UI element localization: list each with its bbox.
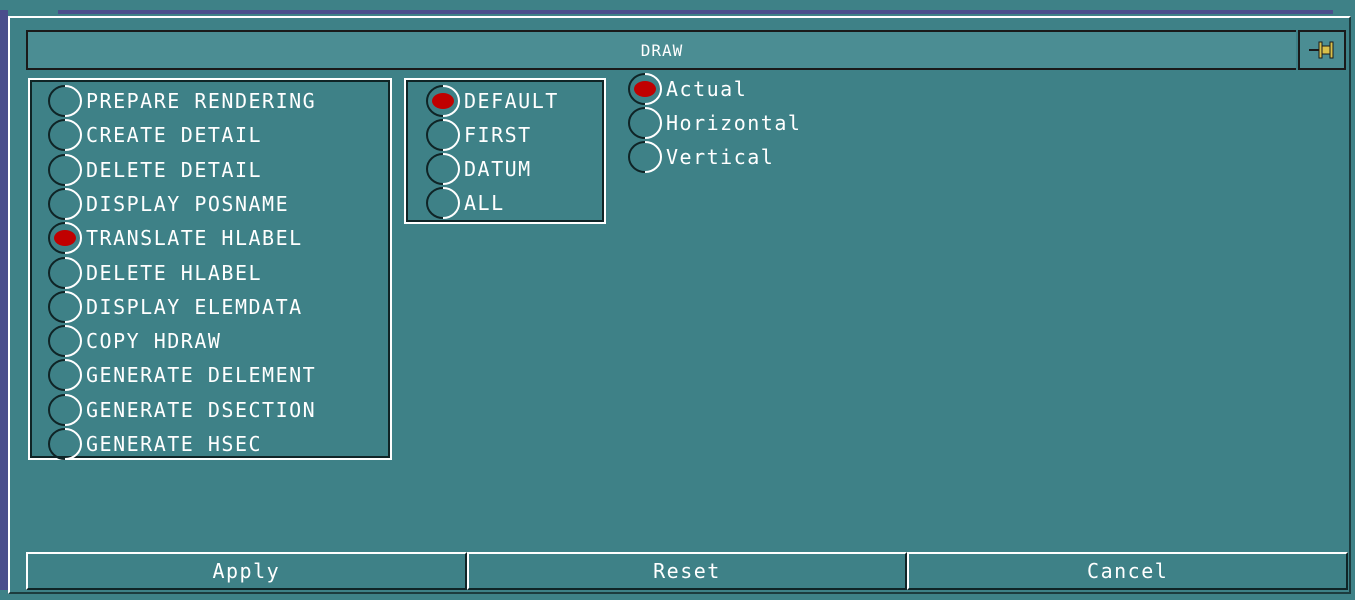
action-option[interactable]: DISPLAY POSNAME xyxy=(46,187,289,221)
radio-unselected-icon[interactable] xyxy=(626,140,664,174)
action-option[interactable]: DELETE DETAIL xyxy=(46,153,262,187)
radio-unselected-icon[interactable] xyxy=(46,256,84,290)
orientation-option-label: Horizontal xyxy=(666,111,802,135)
action-option-label: GENERATE DSECTION xyxy=(86,397,317,422)
radio-unselected-icon[interactable] xyxy=(46,84,84,118)
mode-option-label: DEFAULT xyxy=(464,89,559,113)
action-option[interactable]: DELETE HLABEL xyxy=(46,256,262,290)
radio-unselected-icon[interactable] xyxy=(424,118,462,152)
radio-unselected-icon[interactable] xyxy=(46,427,84,461)
radio-unselected-icon[interactable] xyxy=(46,153,84,187)
action-option-label: DISPLAY ELEMDATA xyxy=(86,294,303,319)
mode-option-label: ALL xyxy=(464,191,505,215)
pin-button[interactable] xyxy=(1298,30,1346,70)
radio-unselected-icon[interactable] xyxy=(46,187,84,221)
pin-icon xyxy=(1307,38,1337,62)
orientation-option-label: Vertical xyxy=(666,145,775,169)
radio-selected-icon[interactable] xyxy=(626,72,664,106)
radio-unselected-icon[interactable] xyxy=(424,152,462,186)
button-bar: Apply Reset Cancel xyxy=(26,552,1349,590)
action-option-label: DISPLAY POSNAME xyxy=(86,191,290,216)
radio-unselected-icon[interactable] xyxy=(46,393,84,427)
action-option[interactable]: GENERATE DSECTION xyxy=(46,393,316,427)
action-option[interactable]: DISPLAY ELEMDATA xyxy=(46,290,303,324)
cancel-button[interactable]: Cancel xyxy=(907,552,1349,590)
action-option[interactable]: TRANSLATE HLABEL xyxy=(46,221,303,255)
dialog-title: DRAW xyxy=(640,40,684,60)
reset-button[interactable]: Reset xyxy=(466,552,908,590)
apply-button[interactable]: Apply xyxy=(26,552,467,590)
radio-unselected-icon[interactable] xyxy=(424,186,462,220)
action-option-label: GENERATE HSEC xyxy=(86,432,263,456)
radio-unselected-icon[interactable] xyxy=(46,324,84,358)
orientation-option-label: Actual xyxy=(666,77,748,101)
action-option[interactable]: PREPARE RENDERING xyxy=(46,84,316,118)
action-option-label: GENERATE DELEMENT xyxy=(86,363,317,388)
action-option[interactable]: GENERATE HSEC xyxy=(46,427,262,461)
action-option-label: TRANSLATE HLABEL xyxy=(86,226,303,251)
action-option-label: PREPARE RENDERING xyxy=(86,89,317,113)
orientation-option[interactable]: Vertical xyxy=(626,140,774,174)
window-top-border xyxy=(58,10,1333,14)
orientation-option[interactable]: Horizontal xyxy=(626,106,801,140)
radio-selected-icon[interactable] xyxy=(424,84,462,118)
action-option-label: CREATE DETAIL xyxy=(86,123,263,148)
radio-unselected-icon[interactable] xyxy=(46,358,84,392)
dialog-title-bar: DRAW xyxy=(26,30,1296,70)
mode-option[interactable]: DEFAULT xyxy=(424,84,559,118)
mode-option[interactable]: ALL xyxy=(424,186,505,220)
orientation-option[interactable]: Actual xyxy=(626,72,747,106)
action-option[interactable]: COPY HDRAW xyxy=(46,324,221,358)
mode-option-label: FIRST xyxy=(464,123,532,147)
action-option-label: DELETE HLABEL xyxy=(86,260,263,285)
mode-option[interactable]: FIRST xyxy=(424,118,532,152)
action-option-label: COPY HDRAW xyxy=(86,329,222,354)
mode-option-label: DATUM xyxy=(464,157,532,181)
draw-dialog: DRAW PREPARE RENDERING CREATE DETAIL DELET… xyxy=(0,0,1355,600)
action-option-label: DELETE DETAIL xyxy=(86,157,263,182)
radio-unselected-icon[interactable] xyxy=(626,106,664,140)
radio-selected-icon[interactable] xyxy=(46,221,84,255)
radio-unselected-icon[interactable] xyxy=(46,290,84,324)
window-left-accent xyxy=(0,10,8,590)
radio-unselected-icon[interactable] xyxy=(46,118,84,152)
action-option[interactable]: GENERATE DELEMENT xyxy=(46,358,316,392)
mode-option[interactable]: DATUM xyxy=(424,152,532,186)
action-option[interactable]: CREATE DETAIL xyxy=(46,118,262,152)
